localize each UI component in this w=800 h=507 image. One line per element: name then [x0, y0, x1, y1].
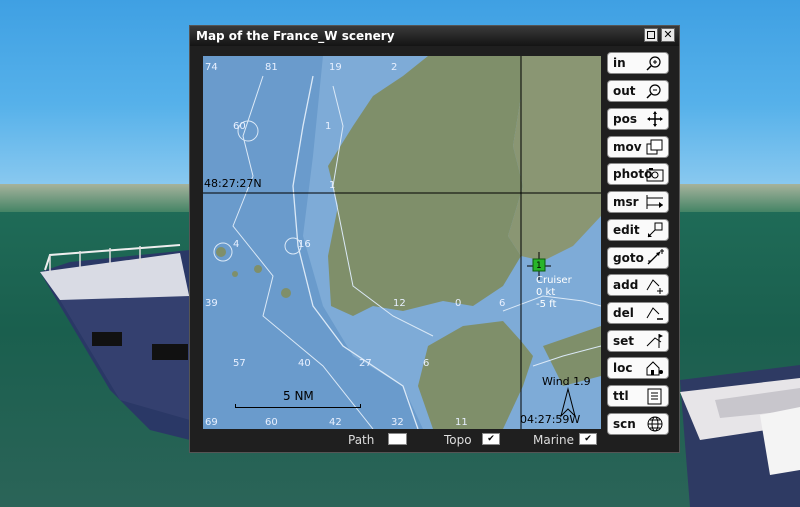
windows-stack-icon	[645, 138, 665, 156]
scale-label: 5 NM	[283, 389, 314, 403]
map-view[interactable]: 74 81 19 2 60 1 1 4 16 39 12 0 6 57 40 2…	[203, 56, 601, 429]
vessel-speed: 0 kt	[536, 287, 556, 298]
depth-label: 0	[455, 298, 462, 309]
depth-label: 74	[205, 62, 218, 73]
depth-label: 12	[393, 298, 406, 309]
measure-icon	[645, 193, 665, 211]
map-graphics	[203, 56, 601, 429]
vessel-info: Cruiser 0 kt -5 ft	[536, 275, 572, 311]
document-list-icon	[645, 387, 665, 405]
goto-arrow-icon	[645, 249, 665, 267]
tool-button-label: pos	[613, 112, 637, 126]
depth-label: 1	[329, 180, 336, 191]
window-titlebar[interactable]: Map of the France_W scenery ✕	[190, 26, 679, 46]
depth-label: 6	[423, 358, 430, 369]
depth-label: 42	[329, 417, 342, 428]
depth-label: 60	[265, 417, 278, 428]
tool-button-label: add	[613, 278, 639, 292]
vessel-name: Cruiser	[536, 275, 572, 286]
maximize-button[interactable]	[644, 28, 658, 42]
add-waypoint-icon	[645, 276, 665, 294]
depth-label: 60	[233, 121, 246, 132]
tool-button-photo[interactable]: photo	[607, 163, 669, 185]
tool-button-label: ttl	[613, 389, 629, 403]
depth-label: 32	[391, 417, 404, 428]
tool-button-label: set	[613, 334, 635, 348]
move-cross-icon	[645, 110, 665, 128]
topo-checkbox[interactable]: ✔	[482, 433, 500, 445]
globe-icon	[645, 415, 665, 433]
depth-label: 6	[499, 298, 506, 309]
depth-label: 11	[455, 417, 468, 428]
tool-button-add[interactable]: add	[607, 274, 669, 296]
delete-waypoint-icon	[645, 304, 665, 322]
longitude-readout: 04:27:59W	[520, 413, 581, 426]
depth-label: 40	[298, 358, 311, 369]
close-button[interactable]: ✕	[661, 28, 675, 42]
maximize-icon	[647, 31, 655, 39]
tool-button-del[interactable]: del	[607, 302, 669, 324]
tool-button-label: edit	[613, 223, 640, 237]
close-icon: ✕	[663, 28, 673, 41]
scale-bar	[235, 404, 361, 408]
set-flag-icon	[645, 332, 665, 350]
marine-label: Marine	[533, 433, 574, 447]
depth-label: 2	[391, 62, 398, 73]
tool-button-loc[interactable]: loc	[607, 357, 669, 379]
wind-readout: Wind 1.9	[542, 375, 591, 388]
depth-label: 39	[205, 298, 218, 309]
tool-button-label: msr	[613, 195, 639, 209]
tool-button-pos[interactable]: pos	[607, 108, 669, 130]
tool-button-label: mov	[613, 140, 642, 154]
zoom-in-icon	[645, 54, 665, 72]
window-title: Map of the France_W scenery	[196, 29, 395, 43]
tool-button-msr[interactable]: msr	[607, 191, 669, 213]
camera-icon	[645, 165, 665, 183]
tool-button-label: in	[613, 56, 626, 70]
depth-label: 1	[325, 121, 332, 132]
tool-button-mov[interactable]: mov	[607, 136, 669, 158]
depth-label: 16	[298, 239, 311, 250]
tool-button-ttl[interactable]: ttl	[607, 385, 669, 407]
vessel-marker-number: 1	[536, 261, 542, 271]
tool-button-label: del	[613, 306, 634, 320]
tool-button-out[interactable]: out	[607, 80, 669, 102]
tool-button-label: out	[613, 84, 636, 98]
location-house-icon	[645, 359, 665, 377]
tool-button-scn[interactable]: scn	[607, 413, 669, 435]
tool-button-label: goto	[613, 251, 644, 265]
depth-label: 57	[233, 358, 246, 369]
tool-button-set[interactable]: set	[607, 330, 669, 352]
latitude-readout: 48:27:27N	[204, 177, 262, 190]
tool-button-goto[interactable]: goto	[607, 247, 669, 269]
path-checkbox[interactable]	[388, 433, 407, 445]
zoom-out-icon	[645, 82, 665, 100]
depth-label: 27	[359, 358, 372, 369]
tool-button-in[interactable]: in	[607, 52, 669, 74]
depth-label: 4	[233, 239, 240, 250]
tool-button-label: scn	[613, 417, 636, 431]
vessel-depth: -5 ft	[536, 299, 557, 310]
depth-label: 19	[329, 62, 342, 73]
topo-label: Topo	[444, 433, 472, 447]
marine-checkbox[interactable]: ✔	[579, 433, 597, 445]
edit-resize-icon	[645, 221, 665, 239]
tool-button-label: loc	[613, 361, 633, 375]
depth-label: 69	[205, 417, 218, 428]
depth-label: 81	[265, 62, 278, 73]
path-label: Path	[348, 433, 375, 447]
tool-button-edit[interactable]: edit	[607, 219, 669, 241]
